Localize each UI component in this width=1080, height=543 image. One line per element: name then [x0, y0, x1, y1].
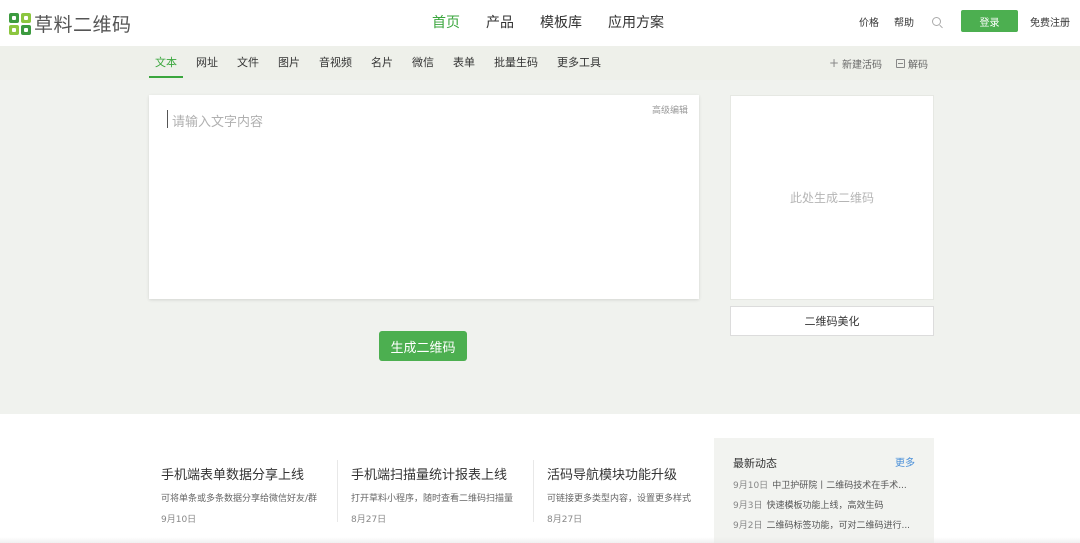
nav-item-templates[interactable]: 模板库 — [540, 12, 582, 32]
update-date: 9月10日 — [733, 481, 769, 491]
feature-card[interactable]: 手机端扫描量统计报表上线 打开草料小程序，随时查看二维码扫描量 8月27日 — [351, 464, 513, 525]
tab-business-card[interactable]: 名片 — [365, 46, 399, 80]
feature-divider — [337, 460, 338, 522]
top-header: 草料二维码 首页 产品 模板库 应用方案 价格 帮助 登录 免费注册 — [0, 0, 1080, 46]
feature-title: 活码导航模块功能升级 — [547, 468, 678, 483]
latest-updates-panel: 最新动态 更多 9月10日 中卫护研院丨二维码技术在手术... 9月3日 快速模板功… — [714, 438, 934, 543]
nav-item-products[interactable]: 产品 — [486, 12, 514, 32]
qr-logo-icon — [9, 12, 31, 35]
qr-preview-placeholder: 此处生成二维码 — [789, 191, 874, 205]
tab-audio-video[interactable]: 音视频 — [313, 46, 358, 80]
feature-desc: 可将单条或多条数据分享给微信好友/群 — [161, 494, 318, 504]
new-dynamic-code-button[interactable]: + 新建活码 — [829, 56, 882, 71]
tab-text[interactable]: 文本 — [149, 46, 183, 80]
main-nav: 首页 产品 模板库 应用方案 — [432, 12, 690, 32]
decode-label: 解码 — [908, 59, 928, 71]
feature-date: 9月10日 — [161, 515, 197, 525]
nav-item-home[interactable]: 首页 — [432, 12, 460, 32]
tab-more-tools[interactable]: 更多工具 — [551, 46, 607, 80]
bottom-shadow — [0, 537, 1080, 543]
tab-wechat[interactable]: 微信 — [406, 46, 440, 80]
qr-preview-panel: 此处生成二维码 — [730, 95, 934, 300]
search-icon[interactable] — [932, 16, 941, 26]
sub-actions: + 新建活码 解码 — [815, 46, 928, 80]
updates-more-link[interactable]: 更多 — [895, 454, 915, 469]
login-button[interactable]: 登录 — [961, 10, 1018, 32]
new-dynamic-code-label: 新建活码 — [842, 59, 882, 71]
code-type-tabs: 文本 网址 文件 图片 音视频 名片 微信 表单 批量生码 更多工具 — [149, 46, 614, 80]
generator-area: 请输入文字内容 高级编辑 生成二维码 此处生成二维码 二维码美化 — [0, 80, 1080, 414]
generate-qr-button[interactable]: 生成二维码 — [379, 331, 467, 361]
update-text: 快速模板功能上线，高效生码 — [766, 501, 884, 511]
help-link[interactable]: 帮助 — [894, 14, 914, 29]
update-date: 9月3日 — [733, 501, 763, 511]
update-item[interactable]: 9月3日 快速模板功能上线，高效生码 — [733, 498, 923, 511]
update-text: 中卫护研院丨二维码技术在手术... — [772, 481, 907, 491]
update-date: 9月2日 — [733, 521, 763, 531]
news-section: 手机端表单数据分享上线 可将单条或多条数据分享给微信好友/群 9月10日 手机端… — [0, 414, 1080, 543]
feature-title: 手机端表单数据分享上线 — [161, 468, 305, 483]
update-text: 二维码标签功能，可对二维码进行... — [766, 521, 911, 531]
updates-title: 最新动态 — [733, 457, 777, 470]
feature-card[interactable]: 活码导航模块功能升级 可链接更多类型内容，设置更多样式 8月27日 — [547, 464, 691, 525]
update-item[interactable]: 9月2日 二维码标签功能，可对二维码进行... — [733, 518, 923, 531]
editor-placeholder: 请输入文字内容 — [172, 115, 264, 130]
text-caret — [167, 110, 168, 128]
nav-item-solutions[interactable]: 应用方案 — [608, 12, 664, 32]
feature-desc: 可链接更多类型内容，设置更多样式 — [547, 494, 692, 504]
tab-file[interactable]: 文件 — [231, 46, 265, 80]
tab-batch[interactable]: 批量生码 — [488, 46, 544, 80]
qr-beautify-button[interactable]: 二维码美化 — [730, 306, 934, 336]
brand-logo[interactable]: 草料二维码 — [9, 10, 132, 37]
scan-icon — [896, 58, 905, 68]
tab-image[interactable]: 图片 — [272, 46, 306, 80]
feature-desc: 打开草料小程序，随时查看二维码扫描量 — [351, 494, 514, 504]
tab-url[interactable]: 网址 — [190, 46, 224, 80]
register-link[interactable]: 免费注册 — [1030, 14, 1070, 29]
feature-divider — [533, 460, 534, 522]
feature-date: 8月27日 — [351, 515, 387, 525]
text-editor[interactable]: 请输入文字内容 高级编辑 — [149, 95, 699, 299]
plus-icon: + — [828, 56, 839, 70]
type-tab-bar: 文本 网址 文件 图片 音视频 名片 微信 表单 批量生码 更多工具 + 新建活… — [0, 46, 1080, 80]
advanced-edit-link[interactable]: 高级编辑 — [652, 103, 688, 116]
price-link[interactable]: 价格 — [859, 14, 879, 29]
update-item[interactable]: 9月10日 中卫护研院丨二维码技术在手术... — [733, 478, 923, 491]
header-actions: 价格 帮助 登录 免费注册 — [844, 10, 1070, 32]
decode-button[interactable]: 解码 — [896, 56, 928, 71]
tab-form[interactable]: 表单 — [447, 46, 481, 80]
feature-date: 8月27日 — [547, 515, 583, 525]
feature-title: 手机端扫描量统计报表上线 — [351, 468, 508, 483]
feature-card[interactable]: 手机端表单数据分享上线 可将单条或多条数据分享给微信好友/群 9月10日 — [161, 464, 317, 525]
brand-name: 草料二维码 — [34, 14, 132, 36]
